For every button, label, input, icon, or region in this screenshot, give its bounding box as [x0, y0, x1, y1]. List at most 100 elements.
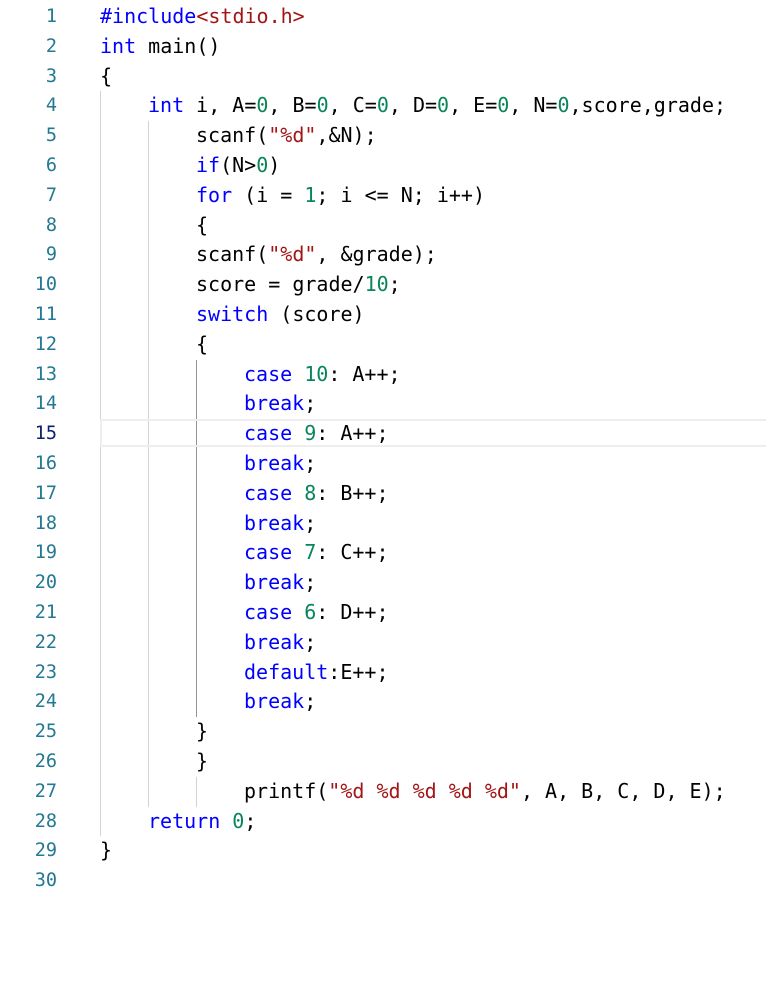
line-number: 18: [34, 512, 57, 534]
code-token: score = grade/: [196, 272, 365, 297]
code-token: printf(: [244, 778, 329, 803]
code-token: break: [244, 510, 305, 535]
code-token: int: [148, 93, 185, 118]
code-text: #include<stdio.h>: [100, 2, 305, 32]
code-line[interactable]: 29}: [0, 836, 766, 866]
code-text: break;: [244, 628, 316, 658]
code-line[interactable]: 1 #include<stdio.h>: [0, 2, 766, 32]
code-line[interactable]: 25}: [0, 717, 766, 747]
code-token: {: [196, 212, 209, 237]
line-number: 28: [34, 810, 57, 832]
code-line[interactable]: 4 int i, A=0, B=0, C=0, D=0, E=0, N=0,sco…: [0, 91, 766, 121]
line-number: 30: [34, 870, 57, 892]
code-token: ;: [244, 808, 257, 833]
code-token: : A++;: [316, 421, 389, 446]
code-line[interactable]: 5 scanf("%d",&N);: [0, 121, 766, 151]
code-line[interactable]: 16 break;: [0, 449, 766, 479]
code-token: 10: [304, 361, 329, 386]
code-line[interactable]: 15 case 9: A++;: [0, 419, 766, 449]
code-token: }: [100, 838, 113, 863]
code-text: default:E++;: [244, 658, 389, 688]
code-text: for (i = 1; i <= N; i++): [196, 181, 485, 211]
code-line[interactable]: 6 if(N>0): [0, 151, 766, 181]
code-text: case 8: B++;: [244, 479, 389, 509]
code-token: main(): [136, 33, 221, 58]
code-editor[interactable]: 1 #include<stdio.h> 2 int main() 3{4 int i, A…: [0, 0, 766, 999]
code-line[interactable]: 17 case 8: B++;: [0, 479, 766, 509]
code-line[interactable]: 20 break;: [0, 568, 766, 598]
code-text: score = grade/10;: [196, 270, 401, 300]
code-token: {: [196, 331, 209, 356]
code-line[interactable]: 30: [0, 866, 766, 896]
code-token: :E++;: [328, 659, 389, 684]
code-token: 0: [232, 808, 245, 833]
code-token: break: [244, 570, 305, 595]
code-token: ;: [304, 689, 317, 714]
code-line[interactable]: 27 printf("%d %d %d %d %d", A, B, C, D, E…: [0, 777, 766, 807]
code-token: ,score,grade;: [569, 93, 727, 118]
code-token: {: [100, 63, 113, 88]
code-line[interactable]: 12 {: [0, 330, 766, 360]
code-token: 0: [497, 93, 510, 118]
code-line[interactable]: 14 break;: [0, 389, 766, 419]
code-token: default: [244, 659, 329, 684]
code-token: ;: [304, 391, 317, 416]
line-number: 26: [34, 751, 57, 772]
code-token: 8: [304, 480, 317, 505]
code-text: break;: [244, 389, 316, 419]
code-line[interactable]: 9 scanf("%d", &grade);: [0, 240, 766, 270]
code-line[interactable]: 8{: [0, 211, 766, 241]
line-number: 27: [34, 780, 57, 802]
code-token: int: [100, 33, 137, 58]
code-text: break;: [244, 449, 316, 479]
line-number: 25: [34, 721, 57, 743]
line-number: 29: [34, 840, 57, 862]
line-number: 11: [34, 304, 57, 325]
current-line-highlight: [100, 419, 766, 448]
code-line[interactable]: 28 return 0;: [0, 807, 766, 837]
code-token: ,&N);: [316, 123, 377, 148]
line-number: 23: [34, 661, 57, 683]
code-line[interactable]: 22 break;: [0, 628, 766, 658]
code-token: ;: [388, 272, 401, 297]
code-line[interactable]: 13 case 10: A++;: [0, 360, 766, 390]
code-line[interactable]: 24 break;: [0, 687, 766, 717]
line-number: 2: [45, 35, 57, 57]
line-number: 3: [45, 65, 57, 87]
code-line[interactable]: 18 break;: [0, 509, 766, 539]
code-text: int main(): [100, 32, 220, 62]
code-text: {: [100, 62, 112, 92]
code-line[interactable]: 19 case 7: C++;: [0, 538, 766, 568]
code-token: for: [196, 182, 233, 207]
code-token: (score): [268, 302, 365, 326]
code-text: scanf("%d", &grade);: [196, 240, 437, 270]
code-token: ;: [304, 629, 317, 654]
code-text: }: [196, 747, 208, 777]
code-token: "%d": [268, 123, 317, 148]
code-line[interactable]: 2 int main(): [0, 32, 766, 62]
code-line[interactable]: 23 default:E++;: [0, 658, 766, 688]
code-token: 0: [437, 93, 450, 118]
code-token: (N>: [220, 153, 257, 177]
code-line[interactable]: 11 switch (score): [0, 300, 766, 330]
code-line[interactable]: 10 score = grade/10;: [0, 270, 766, 300]
line-number: 22: [34, 631, 57, 653]
code-text: }: [196, 717, 208, 747]
code-text: printf("%d %d %d %d %d", A, B, C, D, E);: [244, 777, 726, 807]
code-line[interactable]: 26}: [0, 747, 766, 777]
code-line[interactable]: 7 for (i = 1; i <= N; i++): [0, 181, 766, 211]
code-token: if: [196, 153, 221, 177]
code-token: , B=: [268, 93, 317, 118]
code-token: : A++;: [328, 361, 401, 386]
line-number: 5: [45, 125, 57, 147]
code-text: case 9: A++;: [244, 419, 389, 449]
code-line[interactable]: 3{: [0, 62, 766, 92]
code-token: case: [244, 540, 293, 565]
code-line[interactable]: 21 case 6: D++;: [0, 598, 766, 628]
line-number: 17: [34, 482, 57, 504]
code-token: , A, B, C, D, E);: [520, 778, 726, 803]
code-token: scanf(: [196, 242, 269, 267]
code-token: 9: [304, 421, 317, 446]
